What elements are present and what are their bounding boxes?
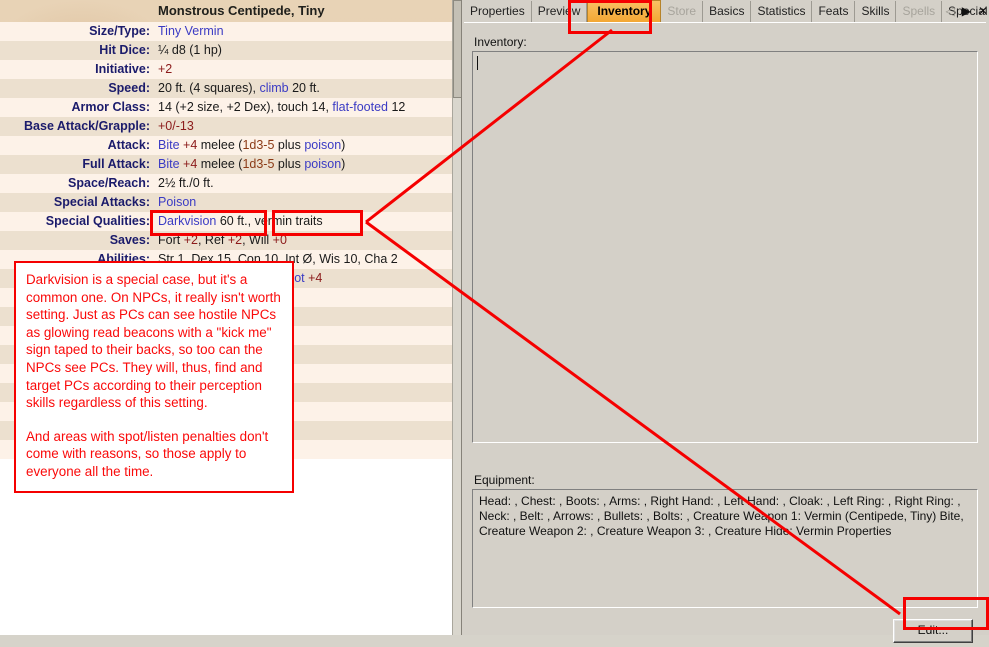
statblock-row-label: Space/Reach: <box>68 176 150 190</box>
statblock-row: Speed: 20 ft. (4 squares), climb 20 ft. <box>0 79 452 98</box>
statblock-row: Special Qualities: Darkvision 60 ft., ver… <box>0 212 452 231</box>
statblock-row: Full Attack: Bite +4 melee (1d3-5 plus po… <box>0 155 452 174</box>
tab-list: Properties Preview Inventory Store Basics Sta… <box>464 0 989 22</box>
screenshot-root: Monstrous Centipede, Tiny Size/Type: Tiny… <box>0 0 989 643</box>
statblock-row-label: Speed: <box>108 81 150 95</box>
statblock-row: Space/Reach: 2½ ft./0 ft. <box>0 174 452 193</box>
statblock-row-label: Hit Dice: <box>99 43 150 57</box>
statblock-row-value: 2½ ft./0 ft. <box>158 176 214 190</box>
statblock-row-label: Base Attack/Grapple: <box>24 119 150 133</box>
statblock-blank-row <box>0 421 452 440</box>
statblock-row: Base Attack/Grapple: +0/-13 <box>0 117 452 136</box>
statblock-row-label: Attack: <box>107 138 150 152</box>
creature-name: Monstrous Centipede, Tiny <box>158 3 325 18</box>
equipment-label: Equipment: <box>474 473 535 487</box>
statblock-row-label: Full Attack: <box>82 157 150 171</box>
equipment-summary: Head: , Chest: , Boots: , Arms: , Right … <box>472 489 978 608</box>
statblock-row-value: Bite +4 melee (1d3-5 plus poison) <box>158 157 346 171</box>
statblock-row: Saves: Fort +2, Ref +2, Will +0 <box>0 231 452 250</box>
statblock-row-label: Special Qualities: <box>45 214 150 228</box>
statblock-blank-row <box>0 402 452 421</box>
statblock-row-value: 20 ft. (4 squares), climb 20 ft. <box>158 81 320 95</box>
inventory-list[interactable] <box>472 51 978 443</box>
statblock-row: Hit Dice: ¼ d8 (1 hp) <box>0 41 452 60</box>
statblock-row-value: ¼ d8 (1 hp) <box>158 43 222 57</box>
statblock-blank-row <box>0 364 452 383</box>
tab-statistics[interactable]: Statistics <box>751 1 813 22</box>
tab-inventory[interactable]: Inventory <box>587 0 662 22</box>
statblock-row: Abilities: Str 1, Dex 15, Con 10, Int Ø, … <box>0 250 452 269</box>
statblock-row-label: Abilities: <box>97 252 150 266</box>
statblock-row-value: Bite +4 melee (1d3-5 plus poison) <box>158 138 346 152</box>
statblock-row-label: Size/Type: <box>89 24 150 38</box>
tab-store: Store <box>661 1 704 22</box>
statblock-pane: Monstrous Centipede, Tiny Size/Type: Tiny… <box>0 0 452 635</box>
inventory-label: Inventory: <box>474 35 527 49</box>
statblock-row-value: Climb +10, Hide +14, Spot +4 <box>158 271 323 285</box>
statblock-blank-row <box>0 288 452 307</box>
statblock-row-value: +0/-13 <box>158 119 194 133</box>
statblock-row-label: Special Attacks: <box>53 195 150 209</box>
statblock-row-value: Darkvision 60 ft., vermin traits <box>158 214 323 228</box>
statblock-row: Size/Type: Tiny Vermin <box>0 22 452 41</box>
edit-button[interactable]: Edit... <box>893 619 973 643</box>
statblock-row: Special Attacks: Poison <box>0 193 452 212</box>
text-caret <box>477 56 478 70</box>
statblock-row-value: Tiny Vermin <box>158 24 224 38</box>
tab-strip: Properties Preview Inventory Store Basics Sta… <box>462 0 989 22</box>
statblock-blank-row <box>0 307 452 326</box>
statblock-row-value: Fort +2, Ref +2, Will +0 <box>158 233 287 247</box>
statblock-row: Initiative: +2 <box>0 60 452 79</box>
statblock-row-value: +2 <box>158 62 173 76</box>
tab-skills[interactable]: Skills <box>855 1 897 22</box>
statblock-row-value: Str 1, Dex 15, Con 10, Int Ø, Wis 10, Ch… <box>158 252 398 266</box>
tab-next-icon[interactable]: ▶ <box>962 5 971 17</box>
statblock-blank-row <box>0 345 452 364</box>
statblock-row-label: Initiative: <box>95 62 150 76</box>
statblock-row: Skills: Climb +10, Hide +14, Spot +4 <box>0 269 452 288</box>
statblock-row-label: Armor Class: <box>71 100 151 114</box>
tab-basics[interactable]: Basics <box>703 1 752 22</box>
statblock-rows: Size/Type: Tiny Vermin Hit Dice: ¼ d8 (1 hp… <box>0 22 452 459</box>
tab-spells: Spells <box>896 1 943 22</box>
statblock-blank-row <box>0 383 452 402</box>
tab-properties[interactable]: Properties <box>464 1 532 22</box>
tab-prev-icon[interactable]: ◁ <box>945 5 954 17</box>
statblock-row: Armor Class: 14 (+2 size, +2 Dex), touch … <box>0 98 452 117</box>
tab-nav-controls: ◁ ▶ ✕ <box>945 2 988 20</box>
statblock-blank-row <box>0 440 452 459</box>
close-icon[interactable]: ✕ <box>978 5 988 17</box>
statblock-row-label: Skills: <box>113 271 150 285</box>
creature-statblock: Monstrous Centipede, Tiny Size/Type: Tiny… <box>0 0 452 459</box>
dialog-button-bar: Edit... <box>472 615 978 647</box>
statblock-row: Attack: Bite +4 melee (1d3-5 plus poison) <box>0 136 452 155</box>
statblock-row-value: Poison <box>158 195 197 209</box>
tab-feats[interactable]: Feats <box>812 1 856 22</box>
tab-preview[interactable]: Preview <box>531 1 588 22</box>
inventory-tab-panel: Inventory: Equipment: Head: , Chest: , B… <box>464 22 986 643</box>
statblock-blank-row <box>0 326 452 345</box>
creature-properties-dialog: Properties Preview Inventory Store Basics Sta… <box>461 0 989 643</box>
statblock-row-value: 14 (+2 size, +2 Dex), touch 14, flat-foo… <box>158 100 406 114</box>
statblock-row-label: Saves: <box>109 233 150 247</box>
